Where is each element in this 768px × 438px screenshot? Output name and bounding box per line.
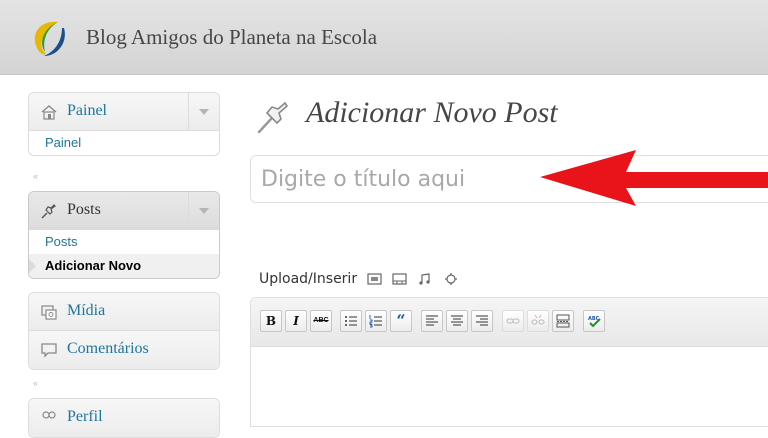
more-tag-icon: [556, 314, 570, 328]
insert-more-button[interactable]: [552, 310, 574, 332]
spellcheck-icon: ABC: [588, 316, 601, 328]
bold-button[interactable]: B: [260, 310, 282, 332]
menu-comentarios[interactable]: Comentários: [28, 330, 220, 370]
site-logo-icon: [34, 21, 65, 56]
image-upload-icon[interactable]: [366, 272, 383, 286]
comment-icon: [41, 343, 57, 358]
menu-perfil-header[interactable]: Perfil: [29, 399, 219, 437]
numbered-list-icon: [369, 315, 382, 328]
menu-painel: Painel Painel: [28, 92, 220, 156]
menu-perfil[interactable]: Perfil: [28, 398, 220, 438]
unlink-icon: [531, 314, 545, 325]
site-title[interactable]: Blog Amigos do Planeta na Escola: [86, 25, 377, 50]
align-left-button[interactable]: [421, 310, 443, 332]
numbered-list-button[interactable]: [365, 310, 387, 332]
menu-midia-label: Mídia: [67, 302, 106, 319]
video-upload-icon[interactable]: [392, 272, 408, 286]
menu-comentarios-header[interactable]: Comentários: [29, 331, 219, 369]
admin-header: Blog Amigos do Planeta na Escola: [0, 0, 768, 75]
menu-midia-header[interactable]: Mídia: [29, 293, 219, 331]
insert-link-button[interactable]: [502, 310, 524, 332]
link-icon: [506, 318, 520, 324]
menu-posts-label: Posts: [67, 201, 101, 218]
page-title: Adicionar Novo Post: [306, 96, 558, 129]
align-right-button[interactable]: [471, 310, 493, 332]
audio-upload-icon[interactable]: [417, 272, 433, 286]
menu-midia[interactable]: Mídia: [28, 292, 220, 332]
pushpin-icon: [257, 101, 289, 134]
media-upload-icon[interactable]: [443, 272, 459, 286]
align-right-icon: [476, 315, 488, 326]
align-center-icon: [451, 315, 463, 326]
menu-comentarios-label: Comentários: [67, 340, 149, 357]
strikethrough-button[interactable]: ABC: [310, 310, 332, 332]
spellcheck-button[interactable]: ABC: [583, 310, 605, 332]
chevron-down-icon[interactable]: [188, 93, 219, 130]
post-editor[interactable]: B I ABC “ ABC: [250, 297, 768, 427]
bullet-list-icon: [345, 316, 357, 326]
italic-button[interactable]: I: [285, 310, 307, 332]
menu-posts-header[interactable]: Posts: [29, 192, 219, 230]
menu-perfil-label: Perfil: [67, 408, 103, 425]
align-left-icon: [426, 315, 438, 326]
editor-toolbar: B I ABC “ ABC: [251, 298, 768, 347]
collapse-icon[interactable]: «: [33, 171, 38, 181]
post-title-placeholder: Digite o título aqui: [261, 167, 466, 192]
media-icon: [41, 305, 57, 320]
upload-insert-label: Upload/Inserir: [259, 270, 358, 287]
menu-painel-label: Painel: [67, 102, 107, 119]
submenu-adicionar-novo[interactable]: Adicionar Novo: [29, 254, 219, 278]
users-icon: [42, 411, 56, 419]
submenu-posts[interactable]: Posts: [29, 230, 219, 254]
align-center-button[interactable]: [446, 310, 468, 332]
menu-painel-header[interactable]: Painel: [29, 93, 219, 131]
house-icon: [41, 105, 57, 120]
blockquote-button[interactable]: “: [390, 310, 412, 332]
red-arrow-annotation: [540, 150, 768, 206]
unlink-button[interactable]: [527, 310, 549, 332]
bullet-list-button[interactable]: [340, 310, 362, 332]
menu-posts: Posts Posts Adicionar Novo: [28, 191, 220, 279]
collapse-icon[interactable]: «: [33, 378, 38, 388]
chevron-down-icon[interactable]: [188, 192, 219, 229]
pushpin-icon: [41, 204, 56, 219]
upload-insert-bar: Upload/Inserir: [259, 270, 459, 292]
submenu-painel[interactable]: Painel: [29, 131, 219, 155]
